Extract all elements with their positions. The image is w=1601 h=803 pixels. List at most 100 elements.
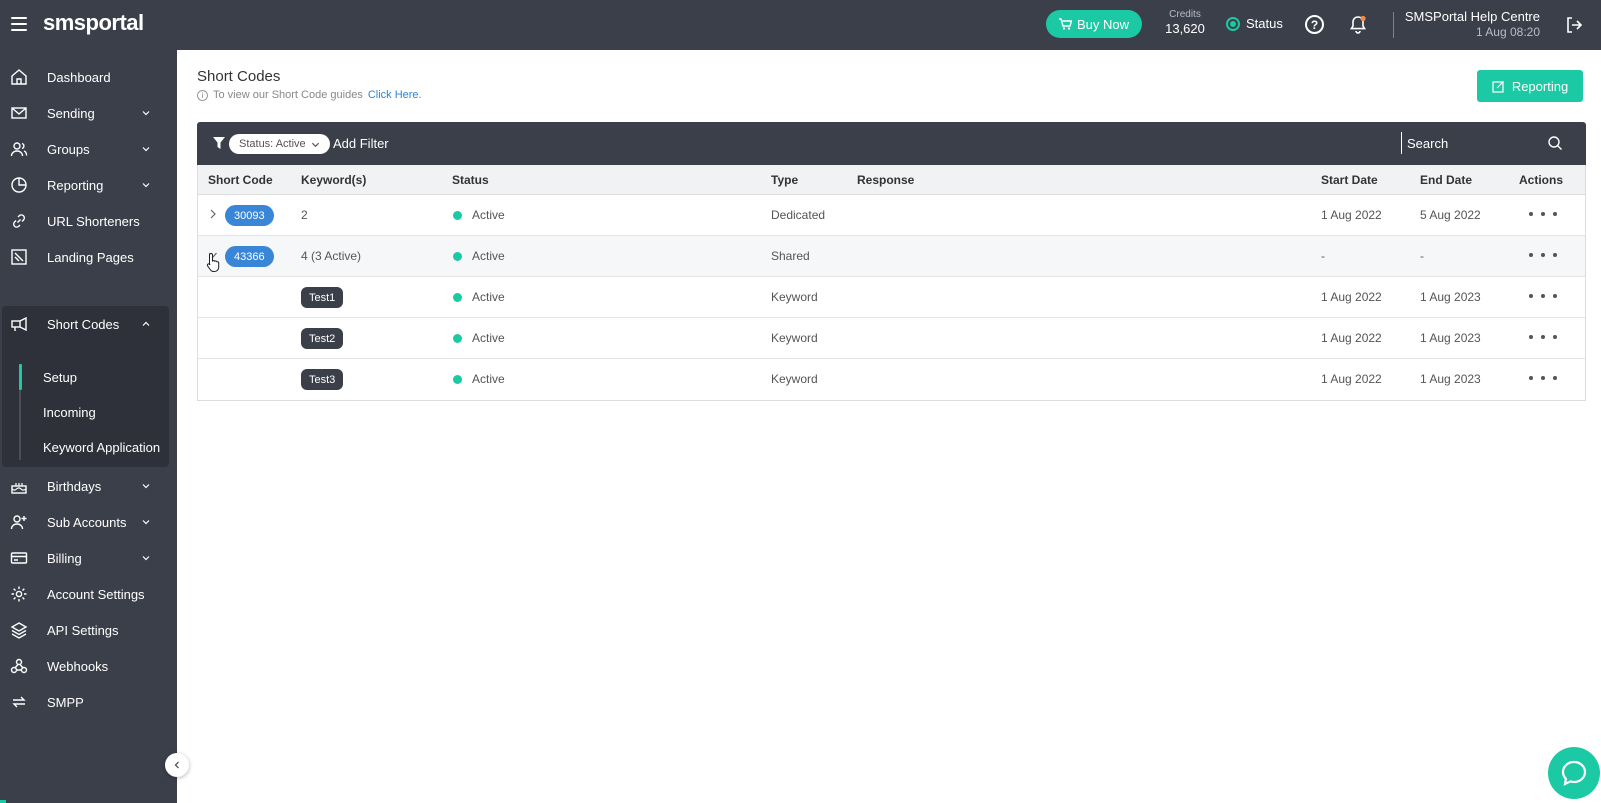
- chevron-up-icon: [142, 321, 150, 326]
- more-actions-icon[interactable]: [1529, 370, 1557, 386]
- guide-link[interactable]: Click Here.: [368, 89, 422, 101]
- webhook-icon: [10, 658, 28, 674]
- sidebar-item-sub-accounts[interactable]: Sub Accounts: [0, 504, 177, 540]
- column-header[interactable]: End Date: [1420, 173, 1472, 187]
- column-header[interactable]: Status: [452, 173, 489, 187]
- status-indicator-icon: [1226, 16, 1240, 31]
- sidebar-item-birthdays[interactable]: Birthdays: [0, 468, 177, 504]
- column-header[interactable]: Response: [857, 173, 914, 187]
- table-row[interactable]: 43366 4 (3 Active) Active Shared - -: [198, 236, 1585, 277]
- sidebar-subitem-incoming[interactable]: Incoming: [2, 396, 169, 428]
- sidebar-item-label: SMPP: [47, 694, 84, 710]
- column-header[interactable]: Short Code: [208, 173, 273, 187]
- sidebar-item-label: Account Settings: [47, 586, 145, 602]
- table-row[interactable]: Test1 Active Keyword 1 Aug 2022 1 Aug 20…: [198, 277, 1585, 318]
- envelope-icon: [11, 107, 27, 119]
- table-row[interactable]: Test3 Active Keyword 1 Aug 2022 1 Aug 20…: [198, 359, 1585, 400]
- search-icon[interactable]: [1547, 135, 1563, 151]
- search-separator: [1401, 132, 1402, 154]
- user-info[interactable]: SMSPortal Help Centre 1 Aug 08:20: [1400, 9, 1540, 39]
- keywords-cell: 2: [301, 208, 308, 222]
- status-cell: Active: [472, 331, 505, 345]
- column-header[interactable]: Type: [771, 173, 798, 187]
- bell-icon[interactable]: [1349, 15, 1367, 35]
- user-time: 1 Aug 08:20: [1475, 25, 1540, 39]
- chevron-down-icon: [311, 142, 319, 147]
- cart-icon: [1058, 18, 1072, 30]
- logout-icon[interactable]: [1564, 15, 1584, 35]
- sidebar-item-groups[interactable]: Groups: [0, 131, 177, 167]
- cake-icon: [11, 483, 27, 494]
- sidebar-item-smpp[interactable]: SMPP: [0, 684, 177, 720]
- user-plus-icon: [10, 515, 27, 530]
- start-date-cell: 1 Aug 2022: [1321, 331, 1382, 345]
- guide-text: To view our Short Code guides: [213, 89, 363, 101]
- live-chat-button[interactable]: [1548, 747, 1600, 799]
- column-header[interactable]: Start Date: [1321, 173, 1378, 187]
- more-actions-icon[interactable]: [1529, 206, 1557, 222]
- short-code-badge[interactable]: 43366: [225, 246, 274, 267]
- sidebar-item-dashboard[interactable]: Dashboard: [0, 59, 177, 95]
- sidebar-item-account-settings[interactable]: Account Settings: [0, 576, 177, 612]
- search-input[interactable]: [1407, 132, 1547, 154]
- sidebar-item-label: Dashboard: [47, 69, 111, 85]
- add-filter-button[interactable]: Add Filter: [333, 136, 389, 151]
- more-actions-icon[interactable]: [1529, 247, 1557, 263]
- help-icon[interactable]: ?: [1305, 15, 1324, 34]
- status-dot: [453, 334, 462, 343]
- page-title: Short Codes: [197, 68, 281, 85]
- sidebar-item-label: URL Shorteners: [47, 213, 140, 229]
- top-bar: smsportal Buy Now Credits 13,620 Status …: [0, 0, 1601, 50]
- user-name: SMSPortal Help Centre: [1404, 9, 1540, 24]
- more-actions-icon[interactable]: [1529, 329, 1557, 345]
- sidebar-item-billing[interactable]: Billing: [0, 540, 177, 576]
- sidebar-item-sending[interactable]: Sending: [0, 95, 177, 131]
- status-filter-chip[interactable]: Status: Active: [229, 134, 330, 154]
- keyword-badge: Test2: [301, 328, 344, 349]
- sidebar-subitem-keyword-application[interactable]: Keyword Application: [2, 431, 169, 463]
- filter-icon[interactable]: [213, 137, 225, 149]
- buy-now-label: Buy Now: [1076, 16, 1130, 32]
- hamburger-menu-icon[interactable]: [11, 17, 27, 31]
- users-icon: [10, 142, 28, 157]
- status-dot: [453, 211, 462, 220]
- sidebar-item-label: Webhooks: [47, 658, 109, 674]
- status-cell: Active: [472, 290, 505, 304]
- chat-bubble-icon: [1561, 760, 1587, 786]
- logo[interactable]: smsportal: [43, 10, 144, 36]
- table-header: Short Code Keyword(s) Status Type Respon…: [198, 165, 1585, 195]
- end-date-cell: 5 Aug 2022: [1420, 208, 1481, 222]
- pie-chart-icon: [11, 177, 27, 193]
- status-label: Status: [1246, 16, 1283, 31]
- megaphone-icon: [11, 316, 27, 332]
- chevron-left-icon: [174, 761, 179, 769]
- edit-report-icon: [1492, 80, 1504, 93]
- sidebar-item-label: Reporting: [47, 177, 104, 193]
- sidebar-item-url-shorteners[interactable]: URL Shorteners: [0, 203, 177, 239]
- reporting-button[interactable]: Reporting: [1477, 70, 1583, 102]
- buy-now-button[interactable]: Buy Now: [1046, 10, 1142, 38]
- sidebar-item-api-settings[interactable]: API Settings: [0, 612, 177, 648]
- sidebar-item-reporting[interactable]: Reporting: [0, 167, 177, 203]
- end-date-cell: -: [1420, 249, 1424, 263]
- sidebar-item-short-codes[interactable]: Short Codes: [0, 306, 177, 342]
- keyword-badge: Test3: [301, 369, 344, 390]
- sidebar-item-webhooks[interactable]: Webhooks: [0, 648, 177, 684]
- table-row[interactable]: 30093 2 Active Dedicated 1 Aug 2022 5 Au…: [198, 195, 1585, 236]
- chevron-right-icon[interactable]: [208, 208, 218, 220]
- sidebar-item-landing-pages[interactable]: Landing Pages: [0, 239, 177, 275]
- end-date-cell: 1 Aug 2023: [1420, 290, 1481, 304]
- sidebar-item-label: Sub Accounts: [47, 514, 127, 530]
- chevron-down-icon: [142, 484, 150, 489]
- sidebar-subitem-setup[interactable]: Setup: [2, 361, 169, 393]
- table-row[interactable]: Test2 Active Keyword 1 Aug 2022 1 Aug 20…: [198, 318, 1585, 359]
- collapse-sidebar-button[interactable]: [165, 753, 189, 777]
- type-cell: Shared: [771, 249, 810, 263]
- more-actions-icon[interactable]: [1529, 288, 1557, 304]
- start-date-cell: -: [1321, 249, 1325, 263]
- short-code-badge[interactable]: 30093: [225, 205, 274, 226]
- short-codes-group: Short Codes Setup Incoming Keyword Appli…: [2, 306, 169, 467]
- status-button[interactable]: Status: [1226, 16, 1283, 31]
- column-header[interactable]: Keyword(s): [301, 173, 366, 187]
- sidebar-item-label: Groups: [47, 141, 90, 157]
